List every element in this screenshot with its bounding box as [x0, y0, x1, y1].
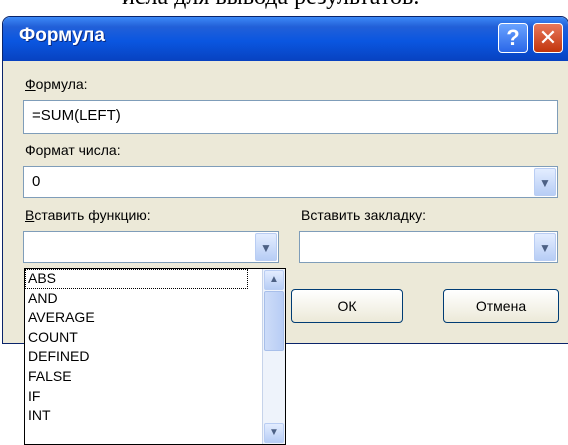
chevron-down-icon[interactable]: ▼: [534, 168, 556, 196]
arrow-up-icon[interactable]: ▲: [264, 270, 284, 290]
number-format-select[interactable]: 0 ▼: [23, 166, 558, 198]
list-item[interactable]: DEFINED: [25, 347, 285, 367]
chevron-down-icon[interactable]: ▼: [255, 233, 277, 261]
background-document-text: исла для вывода результатов.: [122, 0, 422, 10]
insert-bookmark-select[interactable]: ▼: [299, 231, 558, 263]
scrollbar-thumb[interactable]: [264, 291, 284, 351]
formula-input[interactable]: =SUM(LEFT): [23, 100, 558, 134]
arrow-down-icon[interactable]: ▼: [264, 423, 284, 443]
insert-function-label: Вставить функцию:: [25, 207, 151, 223]
formula-label: Формула:: [25, 76, 88, 92]
help-button[interactable]: ?: [498, 23, 528, 53]
list-item[interactable]: FALSE: [25, 367, 285, 387]
cancel-button[interactable]: Отмена: [443, 289, 559, 323]
number-format-value: 0: [32, 173, 41, 190]
list-item[interactable]: INT: [25, 406, 285, 426]
list-item[interactable]: AVERAGE: [25, 308, 285, 328]
list-item[interactable]: COUNT: [25, 328, 285, 348]
list-item[interactable]: ABS: [25, 269, 248, 289]
list-item[interactable]: IF: [25, 387, 285, 407]
title-bar[interactable]: Формула ? ✕: [3, 17, 568, 61]
dialog-title: Формула: [19, 25, 105, 46]
number-format-label: Формат числа:: [25, 142, 121, 158]
close-button[interactable]: ✕: [533, 23, 563, 53]
list-scrollbar[interactable]: ▲ ▼: [262, 269, 285, 444]
ok-button[interactable]: ОК: [291, 289, 403, 323]
chevron-down-icon[interactable]: ▼: [534, 233, 556, 261]
formula-value: =SUM(LEFT): [32, 107, 121, 124]
list-item[interactable]: AND: [25, 289, 285, 309]
insert-function-select[interactable]: ▼: [23, 231, 279, 263]
function-dropdown-list[interactable]: ABS AND AVERAGE COUNT DEFINED FALSE IF I…: [24, 268, 286, 445]
insert-bookmark-label: Вставить закладку:: [301, 207, 427, 223]
